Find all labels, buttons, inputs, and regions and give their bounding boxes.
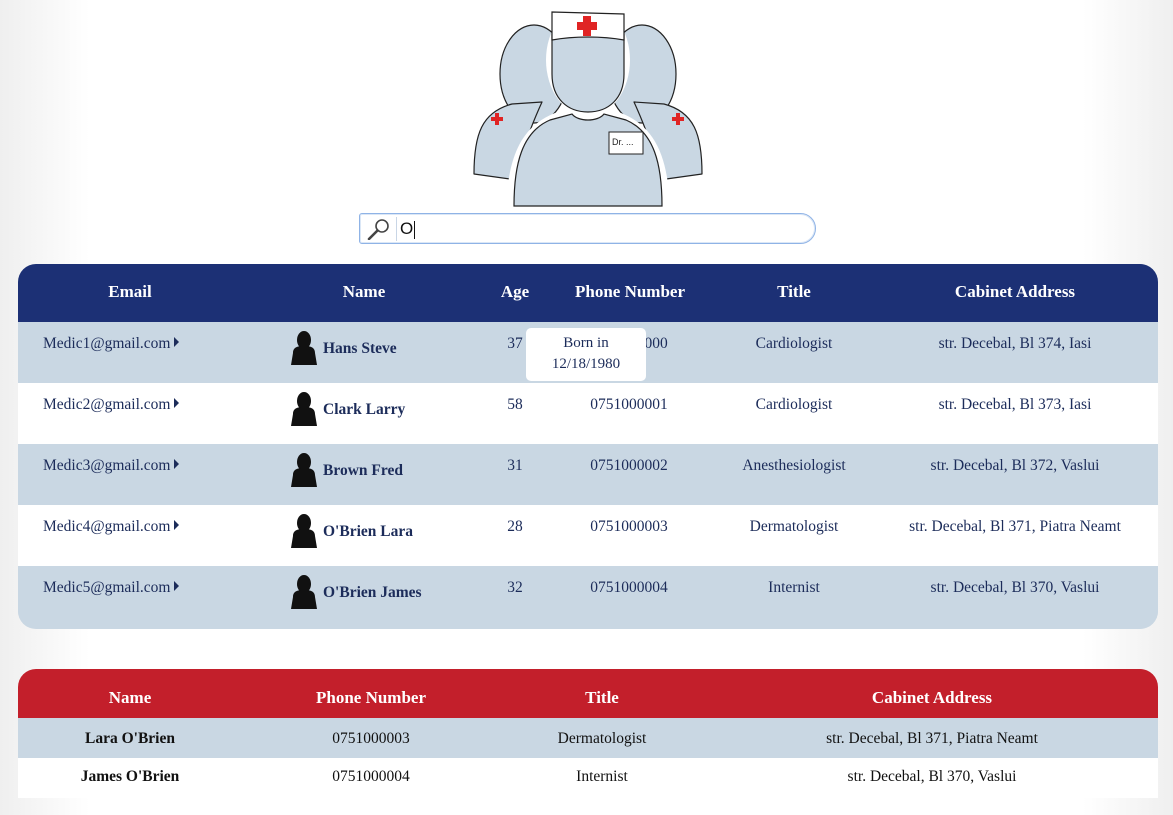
header-phone[interactable]: Phone Number [560, 282, 700, 302]
result-phone: 0751000004 [332, 768, 410, 785]
person-silhouette-icon [291, 453, 317, 487]
phone-cell: 0751000002 [590, 457, 668, 474]
results-header-title[interactable]: Title [552, 688, 652, 708]
title-cell: Dermatologist [749, 518, 839, 535]
caret-right-icon [174, 398, 180, 408]
address-cell: str. Decebal, Bl 370, Vaslui [930, 579, 1100, 596]
search-results-table: Name Phone Number Title Cabinet Address … [18, 669, 1158, 810]
email-cell[interactable]: Medic3@gmail.com [43, 457, 180, 475]
email-cell[interactable]: Medic5@gmail.com [43, 579, 180, 597]
person-silhouette-icon [291, 514, 317, 548]
title-cell: Anesthesiologist [742, 457, 846, 474]
doctor-name[interactable]: Hans Steve [323, 340, 397, 358]
results-table-header: Name Phone Number Title Cabinet Address [18, 669, 1158, 718]
address-cell: str. Decebal, Bl 373, Iasi [938, 396, 1092, 413]
age-cell: 32 [507, 579, 523, 596]
results-header-name[interactable]: Name [80, 688, 180, 708]
doctor-name[interactable]: Brown Fred [323, 462, 403, 480]
title-cell: Cardiologist [755, 396, 833, 413]
person-silhouette-icon [291, 331, 317, 365]
phone-cell: 0751000004 [590, 579, 668, 596]
result-name: James O'Brien [80, 768, 180, 785]
caret-right-icon [174, 337, 180, 347]
doctors-table-header: Email Name Age Phone Number Title Cabine… [18, 264, 1158, 322]
doctor-name[interactable]: Clark Larry [323, 401, 405, 419]
table-row[interactable]: Lara O'Brien 0751000003 Dermatologist st… [18, 718, 1158, 758]
doctors-table: Email Name Age Phone Number Title Cabine… [18, 264, 1158, 629]
doctor-name[interactable]: O'Brien Lara [323, 523, 413, 541]
result-phone: 0751000003 [332, 730, 410, 747]
result-title: Internist [576, 768, 628, 785]
email-cell[interactable]: Medic2@gmail.com [43, 396, 180, 414]
header-address[interactable]: Cabinet Address [925, 282, 1105, 302]
title-cell: Internist [768, 579, 820, 596]
result-address: str. Decebal, Bl 371, Piatra Neamt [826, 730, 1038, 747]
phone-cell: 0751000003 [590, 518, 668, 535]
age-cell: 28 [507, 518, 523, 535]
result-name: Lara O'Brien [85, 730, 175, 747]
caret-right-icon [174, 581, 180, 591]
search-box[interactable] [359, 213, 816, 244]
magnifier-icon [367, 219, 389, 240]
table-row[interactable]: James O'Brien 0751000004 Internist str. … [18, 758, 1158, 798]
table-row[interactable]: Medic2@gmail.com Clark Larry 58 07510000… [18, 383, 1158, 444]
address-cell: str. Decebal, Bl 372, Vaslui [930, 457, 1100, 474]
tooltip-line-2: 12/18/1980 [551, 356, 621, 372]
doctors-logo-icon: Dr. ... [473, 4, 703, 209]
header-name[interactable]: Name [314, 282, 414, 302]
results-header-address[interactable]: Cabinet Address [822, 688, 1042, 708]
tooltip-line-1: Born in [563, 335, 609, 351]
result-title: Dermatologist [557, 730, 647, 747]
address-cell: str. Decebal, Bl 374, Iasi [938, 335, 1092, 352]
table-row[interactable]: Medic4@gmail.com O'Brien Lara 28 0751000… [18, 505, 1158, 566]
caret-right-icon [174, 520, 180, 530]
text-caret [414, 221, 415, 239]
phone-cell: 0751000001 [590, 396, 668, 413]
age-cell: 58 [507, 396, 523, 413]
search-input[interactable] [400, 217, 800, 241]
age-cell: 31 [507, 457, 523, 474]
address-cell: str. Decebal, Bl 371, Piatra Neamt [909, 518, 1121, 535]
header-title[interactable]: Title [744, 282, 844, 302]
caret-right-icon [174, 459, 180, 469]
person-silhouette-icon [291, 392, 317, 426]
person-silhouette-icon [291, 575, 317, 609]
doctor-name[interactable]: O'Brien James [323, 584, 422, 602]
table-row[interactable]: Medic3@gmail.com Brown Fred 31 075100000… [18, 444, 1158, 505]
birthdate-tooltip: Born in 12/18/1980 [526, 328, 646, 381]
logo-badge-text: Dr. ... [612, 137, 634, 147]
title-cell: Cardiologist [755, 335, 833, 352]
results-header-phone[interactable]: Phone Number [291, 688, 451, 708]
header-email[interactable]: Email [80, 282, 180, 302]
email-cell[interactable]: Medic4@gmail.com [43, 518, 180, 536]
result-address: str. Decebal, Bl 370, Vaslui [847, 768, 1017, 785]
email-cell[interactable]: Medic1@gmail.com [43, 335, 180, 353]
table-row[interactable]: Medic5@gmail.com O'Brien James 32 075100… [18, 566, 1158, 627]
header-age[interactable]: Age [485, 282, 545, 302]
search-divider [396, 217, 397, 241]
